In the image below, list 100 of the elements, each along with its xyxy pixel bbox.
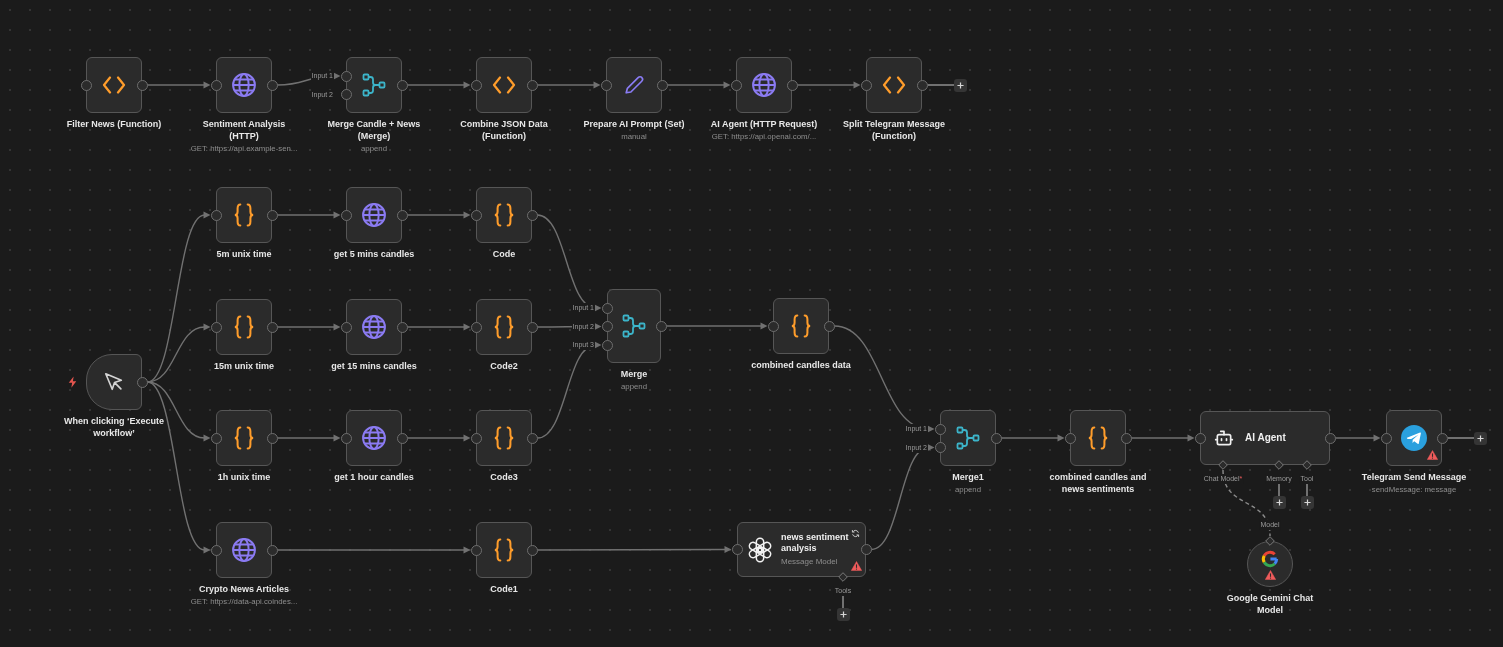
workflow-node[interactable]: news sentiment analysis Message Model: [737, 522, 866, 577]
workflow-node[interactable]: [216, 410, 272, 466]
braces-icon: [1087, 426, 1109, 450]
input-handle[interactable]: [730, 79, 742, 91]
workflow-node[interactable]: [773, 298, 829, 354]
add-node-button[interactable]: [1272, 496, 1286, 509]
output-handle[interactable]: [266, 321, 278, 333]
input-handle[interactable]: [601, 321, 613, 332]
output-handle[interactable]: [916, 79, 928, 91]
workflow-node[interactable]: [1386, 410, 1442, 466]
output-handle[interactable]: [860, 544, 872, 555]
workflow-node[interactable]: [607, 289, 661, 363]
add-node-button[interactable]: [954, 78, 967, 92]
output-handle[interactable]: [655, 320, 667, 332]
output-handle[interactable]: [396, 432, 408, 444]
sub-node-handle[interactable]: [1265, 536, 1275, 546]
workflow-node[interactable]: [476, 187, 532, 243]
workflow-node[interactable]: [866, 57, 922, 113]
output-handle[interactable]: [526, 432, 538, 444]
output-handle[interactable]: [1436, 432, 1448, 444]
workflow-node[interactable]: [346, 299, 402, 355]
input-handle[interactable]: [210, 209, 222, 221]
input-handle[interactable]: [731, 544, 743, 555]
connector-line: [842, 596, 844, 608]
input-handle[interactable]: [210, 432, 222, 444]
workflow-node[interactable]: [216, 57, 272, 113]
input-handle[interactable]: [600, 79, 612, 91]
input-handle[interactable]: [470, 209, 482, 221]
workflow-node[interactable]: [476, 522, 532, 578]
output-handle[interactable]: [396, 209, 408, 221]
workflow-node[interactable]: [216, 522, 272, 578]
workflow-node[interactable]: [1247, 541, 1293, 587]
sub-node-handle[interactable]: [1274, 460, 1284, 470]
input-handle[interactable]: [340, 209, 352, 221]
workflow-node[interactable]: [1070, 410, 1126, 466]
input-handle[interactable]: [210, 544, 222, 556]
input-handle[interactable]: [601, 302, 613, 314]
output-handle[interactable]: [266, 432, 278, 444]
output-handle[interactable]: [266, 544, 278, 556]
workflow-node[interactable]: [216, 299, 272, 355]
sub-node-handle[interactable]: [1302, 460, 1312, 470]
workflow-node[interactable]: [346, 57, 402, 113]
output-handle[interactable]: [396, 321, 408, 333]
workflow-node[interactable]: [940, 410, 996, 466]
output-handle[interactable]: [1324, 432, 1336, 444]
plus-icon: [1477, 434, 1484, 442]
input-handle[interactable]: [470, 544, 482, 556]
workflow-node[interactable]: [346, 410, 402, 466]
input-handle[interactable]: [1064, 432, 1076, 444]
output-handle[interactable]: [823, 320, 835, 332]
workflow-node[interactable]: [86, 354, 142, 410]
output-handle[interactable]: [526, 79, 538, 91]
input-handle[interactable]: [470, 432, 482, 444]
output-handle[interactable]: [656, 79, 668, 91]
workflow-node[interactable]: [216, 187, 272, 243]
input-handle[interactable]: [210, 321, 222, 333]
connection-arrow: [796, 81, 861, 89]
output-handle[interactable]: [136, 79, 148, 91]
input-handle[interactable]: [860, 79, 872, 91]
input-handle[interactable]: [1380, 432, 1392, 444]
output-handle[interactable]: [990, 432, 1002, 444]
output-handle[interactable]: [526, 321, 538, 333]
input-handle[interactable]: [340, 321, 352, 333]
workflow-node[interactable]: [736, 57, 792, 113]
input-handle[interactable]: [1194, 432, 1206, 444]
input-handle[interactable]: [340, 89, 352, 100]
input-handle[interactable]: [601, 339, 613, 351]
output-handle[interactable]: [786, 79, 798, 91]
input-handle[interactable]: [470, 321, 482, 333]
workflow-node[interactable]: [346, 187, 402, 243]
cursor-icon: [103, 371, 125, 393]
workflow-node[interactable]: [86, 57, 142, 113]
input-handle[interactable]: [934, 442, 946, 453]
workflow-node[interactable]: AI Agent: [1200, 411, 1330, 465]
output-handle[interactable]: [526, 544, 538, 556]
input-handle[interactable]: [340, 432, 352, 444]
output-handle[interactable]: [396, 79, 408, 91]
input-handle[interactable]: [934, 423, 946, 435]
add-node-button[interactable]: [1474, 431, 1487, 445]
input-handle[interactable]: [340, 70, 352, 82]
output-handle[interactable]: [266, 209, 278, 221]
output-handle[interactable]: [266, 79, 278, 91]
output-handle[interactable]: [136, 376, 148, 388]
input-handle[interactable]: [470, 79, 482, 91]
input-handle[interactable]: [767, 320, 779, 332]
sub-node-handle[interactable]: [838, 572, 848, 582]
workflow-node[interactable]: [606, 57, 662, 113]
input-handle[interactable]: [210, 79, 222, 91]
input-handle[interactable]: [80, 79, 92, 91]
output-handle[interactable]: [1120, 432, 1132, 444]
code-brackets-icon: [882, 76, 906, 94]
workflow-node[interactable]: [476, 299, 532, 355]
workflow-node[interactable]: [476, 410, 532, 466]
braces-icon: [493, 203, 515, 227]
sub-node-handle[interactable]: [1218, 460, 1228, 470]
add-node-button[interactable]: [1300, 496, 1314, 509]
output-handle[interactable]: [526, 209, 538, 221]
workflow-node[interactable]: [476, 57, 532, 113]
add-node-button[interactable]: [836, 608, 850, 621]
plus-icon: [839, 611, 847, 618]
